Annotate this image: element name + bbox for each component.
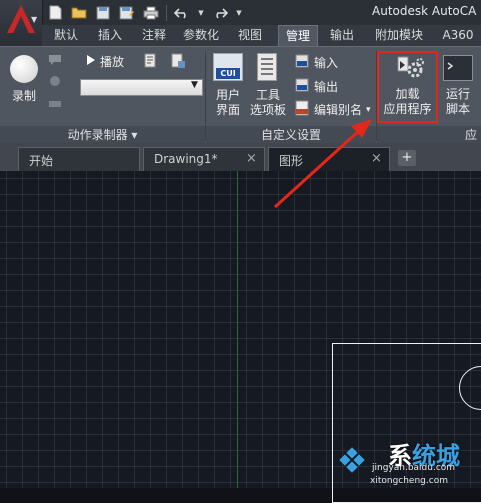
undo-icon[interactable] [173, 4, 191, 22]
save-icon[interactable] [94, 4, 112, 22]
close-icon[interactable]: × [371, 151, 382, 166]
doc-tab-start[interactable]: 开始 [18, 147, 140, 171]
print-icon[interactable] [142, 4, 160, 22]
window-title: Autodesk AutoCA [372, 4, 477, 18]
chevron-down-icon[interactable]: ▼ [235, 4, 243, 22]
panel-title-applications: 应 [377, 126, 481, 144]
edit-aliases-label: 编辑别名 [314, 103, 363, 117]
run-script-button-label[interactable]: 运行 脚本 [440, 87, 476, 117]
action-recorder-title: 动作录制器 [67, 128, 128, 142]
new-file-icon[interactable] [46, 4, 64, 22]
open-folder-icon[interactable] [70, 4, 88, 22]
new-tab-button[interactable]: + [398, 150, 416, 166]
preference-icon[interactable] [143, 53, 159, 72]
doc-tab-label: Drawing1* [154, 152, 218, 166]
doc-tab-drawing1[interactable]: Drawing1* × [143, 147, 265, 171]
cui-icon-text: CUI [216, 68, 240, 79]
toolbar-divider [166, 4, 167, 21]
y-axis-line [237, 171, 238, 488]
redo-icon[interactable] [211, 4, 229, 22]
chevron-down-icon[interactable]: ▼ [197, 4, 205, 22]
export-label: 输出 [314, 80, 339, 94]
tab-a360[interactable]: A360 [438, 25, 478, 46]
play-button[interactable]: 播放 [86, 53, 124, 70]
doc-tab-drawing[interactable]: 图形 × [268, 147, 390, 171]
doc-tab-label: 图形 [279, 154, 304, 168]
close-icon[interactable]: × [246, 151, 257, 166]
doc-tab-label: 开始 [29, 154, 54, 168]
record-button-label[interactable]: 录制 [6, 89, 42, 104]
play-icon [86, 54, 96, 69]
tab-addins[interactable]: 附加模块 [368, 25, 430, 46]
tab-insert[interactable]: 插入 [92, 25, 128, 46]
tab-parametric[interactable]: 参数化 [176, 25, 226, 46]
tool-palettes-label-line1: 工具 [255, 88, 280, 102]
application-menu-button[interactable]: ▼ [0, 0, 43, 46]
quick-access-toolbar: ▼ ▼ [46, 2, 243, 23]
import-label: 输入 [314, 56, 339, 70]
import-button[interactable]: 输入 [294, 53, 338, 72]
run-script-icon[interactable] [443, 55, 473, 81]
user-interface-label-line2: 界面 [215, 103, 240, 117]
user-interface-button-label[interactable]: 用户 界面 [210, 88, 246, 118]
tab-view[interactable]: 视图 [232, 25, 268, 46]
select-base-point-icon[interactable] [48, 98, 62, 112]
chevron-down-icon: ▾ [131, 128, 138, 142]
user-interface-label-line1: 用户 [215, 88, 240, 102]
tool-palettes-button-label[interactable]: 工具 选项板 [247, 88, 289, 118]
tool-palettes-label-line2: 选项板 [249, 103, 286, 117]
request-input-icon[interactable] [48, 74, 62, 91]
tab-annotate[interactable]: 注释 [136, 25, 172, 46]
chevron-down-icon: ▼ [191, 80, 198, 90]
panel-title-customization: 自定义设置 [206, 126, 376, 144]
run-script-label-line2: 脚本 [445, 102, 470, 116]
play-button-label: 播放 [100, 55, 125, 69]
export-button[interactable]: 输出 [294, 77, 338, 96]
edit-aliases-button[interactable]: 编辑别名 ▾ [294, 100, 371, 119]
insert-message-icon[interactable] [48, 54, 62, 69]
manage-recorder-icon[interactable] [170, 53, 186, 72]
watermark-url-1: jingyan.baidu.com [372, 463, 456, 473]
import-cui-icon [294, 53, 310, 72]
ribbon-tab-bar: 默认 插入 注释 参数化 视图 管理 输出 附加模块 A360 [42, 25, 481, 46]
macro-select-dropdown[interactable] [80, 79, 203, 96]
run-script-label-line1: 运行 [445, 87, 470, 101]
highlight-box [377, 51, 438, 123]
pgp-file-icon [294, 100, 310, 119]
tool-palettes-icon[interactable] [257, 53, 277, 81]
record-button-icon[interactable] [10, 55, 38, 83]
export-cui-icon [294, 77, 310, 96]
panel-title-action-recorder[interactable]: 动作录制器 ▾ [0, 126, 205, 144]
save-as-icon[interactable] [118, 4, 136, 22]
watermark-url-2: xitongcheng.com [370, 476, 448, 486]
tab-output[interactable]: 输出 [324, 25, 360, 46]
tab-manage[interactable]: 管理 [278, 25, 318, 46]
chevron-down-icon: ▾ [366, 104, 371, 115]
tab-default[interactable]: 默认 [48, 25, 84, 46]
chevron-down-icon: ▼ [31, 15, 38, 24]
